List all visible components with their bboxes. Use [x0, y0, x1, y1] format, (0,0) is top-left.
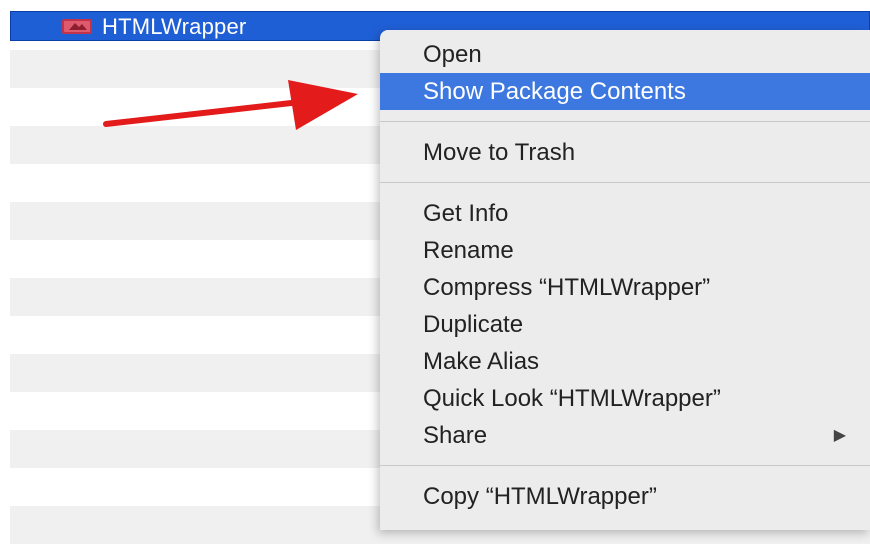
menu-separator — [380, 465, 870, 466]
menu-item-make-alias[interactable]: Make Alias — [380, 343, 870, 380]
menu-item-show-package-contents[interactable]: Show Package Contents — [380, 73, 870, 110]
menu-item-open[interactable]: Open — [380, 36, 870, 73]
menu-item-compress[interactable]: Compress “HTMLWrapper” — [380, 269, 870, 306]
context-menu: Open Show Package Contents Move to Trash… — [380, 30, 870, 530]
file-name: HTMLWrapper — [102, 14, 247, 39]
menu-item-move-to-trash[interactable]: Move to Trash — [380, 134, 870, 171]
menu-item-get-info[interactable]: Get Info — [380, 195, 870, 232]
menu-item-label: Make Alias — [423, 348, 540, 375]
menu-item-label: Share — [423, 422, 488, 449]
annotation-arrow-icon — [103, 80, 358, 130]
menu-separator — [380, 182, 870, 183]
menu-item-label: Compress “HTMLWrapper” — [423, 274, 711, 301]
menu-item-copy[interactable]: Copy “HTMLWrapper” — [380, 478, 870, 515]
menu-item-quick-look[interactable]: Quick Look “HTMLWrapper” — [380, 380, 870, 417]
menu-item-label: Rename — [423, 237, 514, 264]
menu-item-label: Quick Look “HTMLWrapper” — [423, 385, 721, 412]
app-file-icon — [61, 17, 93, 35]
menu-item-label: Get Info — [423, 200, 509, 227]
submenu-arrow-icon: ▶ — [833, 427, 846, 444]
menu-item-label: Duplicate — [423, 311, 524, 338]
menu-item-label: Open — [423, 41, 482, 68]
menu-item-duplicate[interactable]: Duplicate — [380, 306, 870, 343]
menu-separator — [380, 121, 870, 122]
menu-item-label: Show Package Contents — [423, 78, 686, 105]
menu-item-label: Move to Trash — [423, 139, 576, 166]
menu-item-rename[interactable]: Rename — [380, 232, 870, 269]
menu-item-share[interactable]: Share ▶ — [380, 417, 870, 454]
menu-item-label: Copy “HTMLWrapper” — [423, 483, 657, 510]
